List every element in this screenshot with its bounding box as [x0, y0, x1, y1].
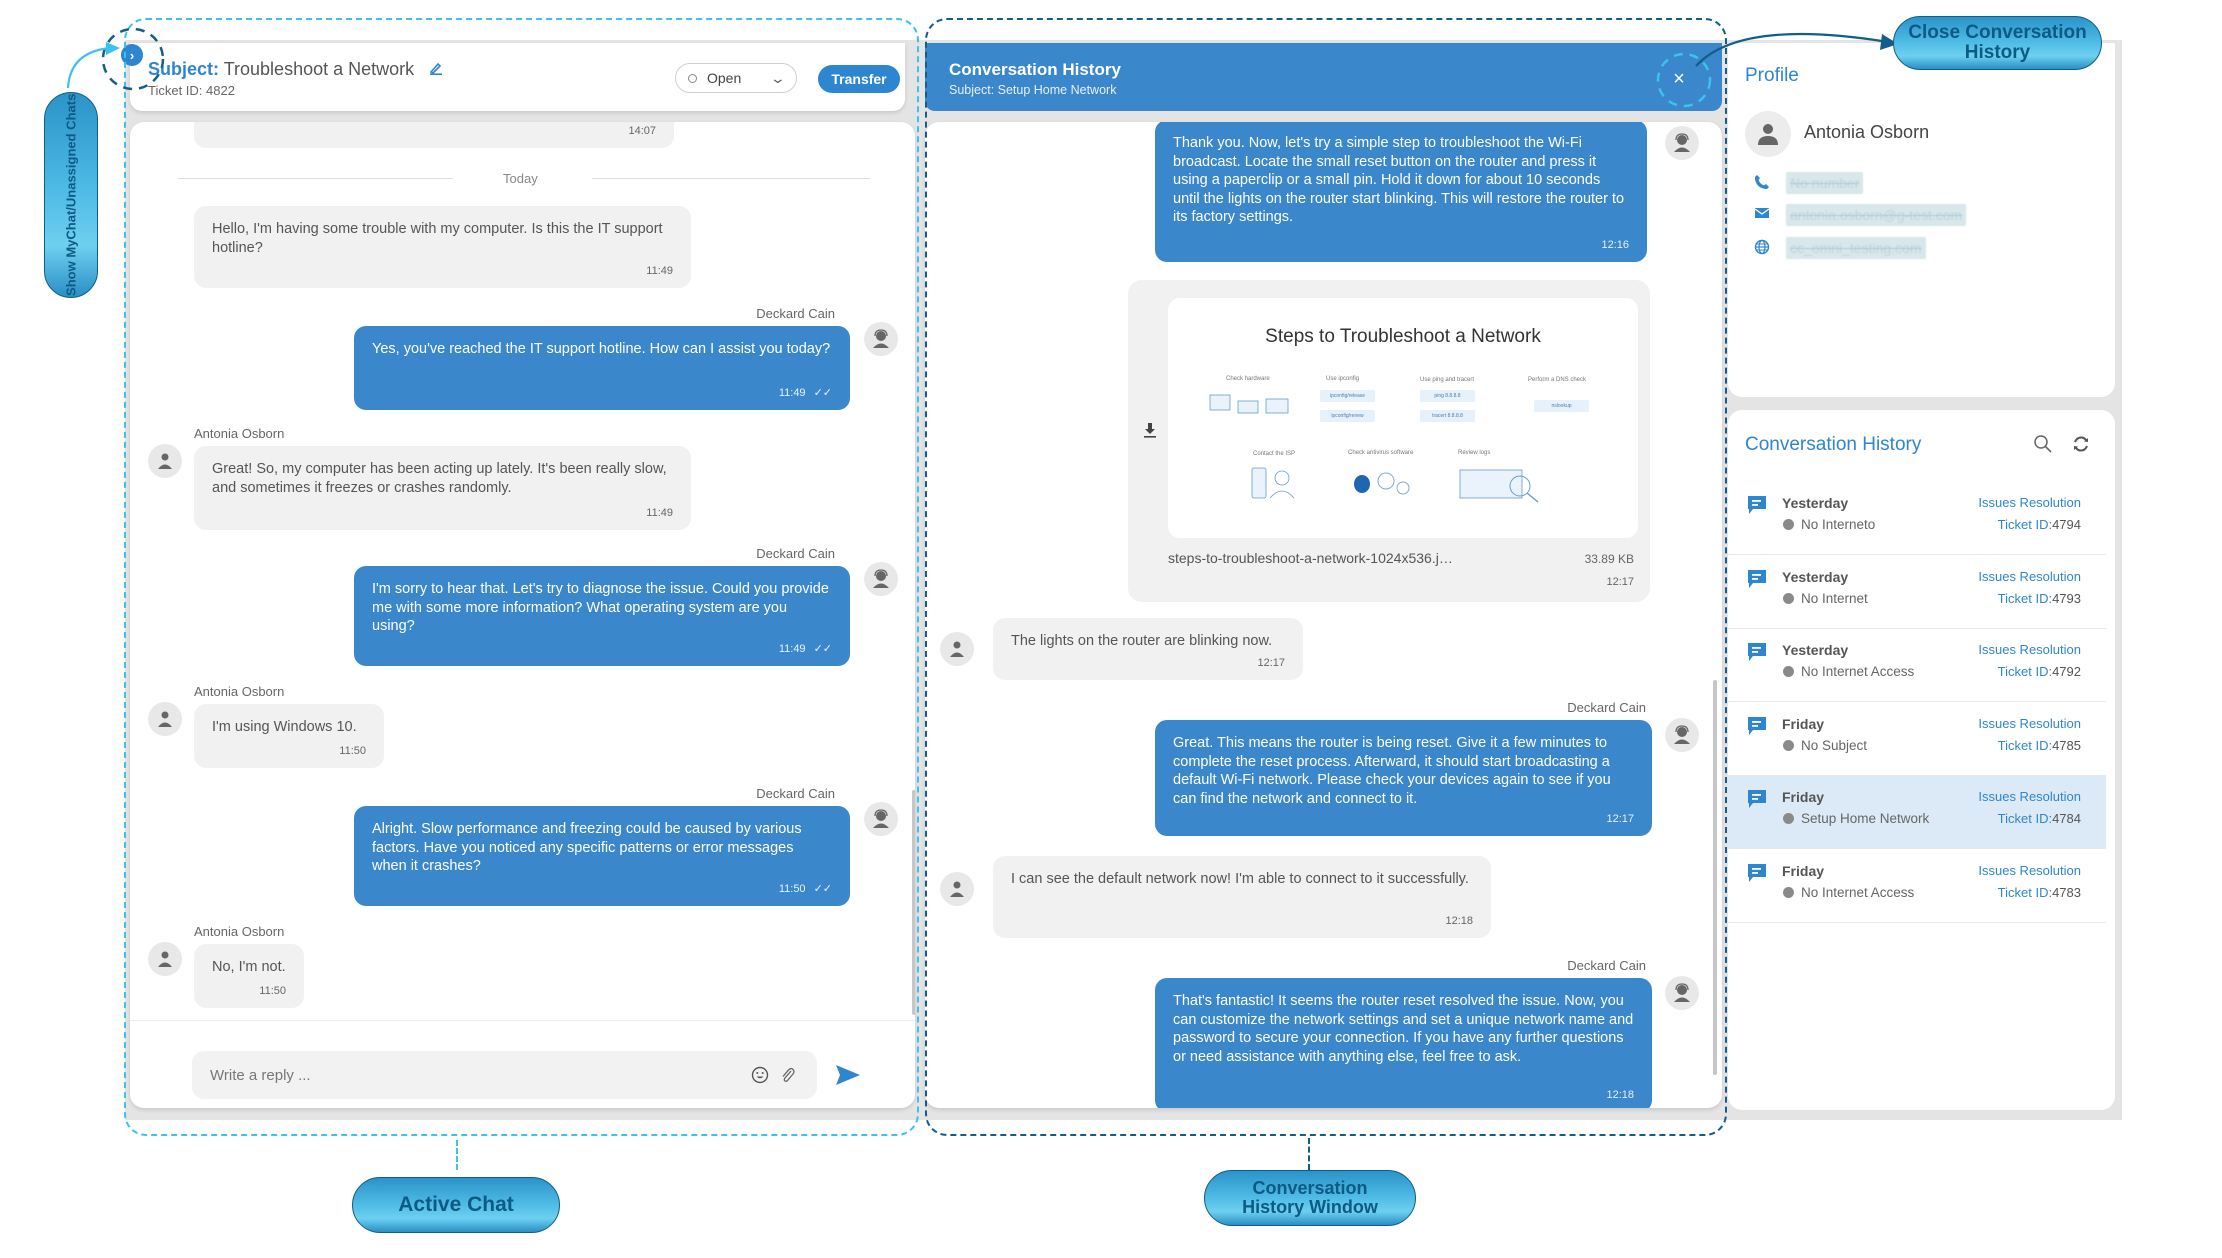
chat-bubble-icon [1746, 715, 1768, 737]
history-ticket: Ticket ID:4784 [1998, 811, 2081, 826]
conversation-history-item[interactable]: Friday No Subject Issues Resolution Ticket … [1728, 703, 2106, 776]
callout-label: Show MyChat/Unassigned Chats [63, 93, 79, 297]
conversation-history-item[interactable]: Yesterday No Internet Issues Resolution Tic… [1728, 556, 2106, 629]
history-subject: No Subject [1801, 737, 1868, 753]
clock-icon [1783, 813, 1794, 824]
profile-name: Antonia Osborn [1804, 122, 1930, 142]
profile-website: cc_omni_testing.com [1786, 237, 1926, 259]
clock-icon [1783, 519, 1794, 530]
ticket-label: Ticket ID: [1997, 590, 2053, 606]
annotation-connector [456, 1140, 458, 1170]
callout-label: Active Chat [398, 1192, 514, 1216]
history-category: Issues Resolution [1978, 862, 2081, 878]
chat-bubble-icon [1746, 641, 1768, 663]
history-day: Yesterday [1782, 568, 1849, 585]
refresh-icon[interactable] [2071, 434, 2093, 456]
conversation-history-item[interactable]: Yesterday No Internet Access Issues Resolu… [1728, 629, 2106, 702]
globe-icon [1754, 239, 1772, 257]
chat-bubble-icon [1746, 862, 1768, 884]
history-day: Friday [1782, 715, 1825, 732]
active-chat-callout: Active Chat [352, 1177, 560, 1233]
history-subject: Setup Home Network [1801, 811, 1930, 826]
callout-label: Close Conversation History [1908, 22, 2087, 63]
ticket-number: 4784 [2052, 811, 2081, 826]
profile-avatar [1745, 111, 1791, 157]
clock-icon [1783, 739, 1794, 751]
history-category: Issues Resolution [1978, 568, 2081, 584]
history-category: Issues Resolution [1978, 789, 2081, 804]
history-ticket: Ticket ID:4783 [1998, 885, 2081, 900]
clock-icon [1783, 666, 1794, 677]
history-window-highlight [925, 18, 1727, 1136]
ticket-number: 4793 [2052, 590, 2081, 606]
history-day: Friday [1782, 789, 1825, 805]
chat-bubble-icon [1746, 568, 1768, 590]
close-history-callout: Close Conversation History [1893, 16, 2102, 70]
ticket-number: 4792 [2052, 664, 2081, 679]
ticket-number: 4783 [2052, 884, 2081, 900]
conversation-history-item[interactable]: Yesterday No Interneto Issues Resolution Ti… [1728, 482, 2106, 555]
history-ticket: Ticket ID:4793 [1998, 591, 2081, 606]
ticket-number: 4794 [2052, 517, 2081, 532]
conversation-history-item[interactable]: Friday Setup Home Network Issues Resolutio… [1728, 776, 2106, 849]
active-chat-highlight [124, 18, 919, 1136]
ticket-label: Ticket ID: [1997, 884, 2053, 900]
history-day: Yesterday [1782, 642, 1849, 658]
history-ticket: Ticket ID:4794 [1998, 517, 2081, 532]
ticket-label: Ticket ID: [1997, 517, 2053, 532]
conversation-history-card: Conversation History Yesterday No Interne… [1728, 410, 2115, 1110]
chat-bubble-icon [1746, 788, 1768, 810]
history-ticket: Ticket ID:4792 [1998, 664, 2081, 679]
chat-bubble-icon [1746, 494, 1768, 516]
history-window-callout: Conversation History Window [1204, 1170, 1416, 1226]
ticket-label: Ticket ID: [1997, 737, 2053, 753]
show-chats-callout: Show MyChat/Unassigned Chats [44, 92, 98, 298]
search-icon[interactable] [2033, 434, 2055, 456]
phone-icon [1754, 174, 1772, 192]
history-ticket: Ticket ID:4785 [1998, 738, 2081, 753]
ticket-label: Ticket ID: [1997, 664, 2053, 679]
ticket-label: Ticket ID: [1997, 811, 2053, 826]
ticket-number: 4785 [2052, 737, 2081, 753]
history-day: Friday [1782, 862, 1825, 879]
history-subject: No Internet Access [1801, 664, 1915, 679]
annotation-connector [1308, 1138, 1310, 1170]
profile-card: Profile Antonia Osborn No number antonia… [1728, 43, 2115, 397]
history-subject: No Interneto [1801, 517, 1876, 532]
history-category: Issues Resolution [1978, 642, 2081, 657]
history-day: Yesterday [1782, 495, 1849, 511]
profile-email: antonia.osborn@g-test.com [1786, 204, 1967, 226]
history-subject: No Internet [1801, 590, 1868, 606]
conversation-history-title: Conversation History [1745, 434, 1922, 455]
conversation-history-item[interactable]: Friday No Internet Access Issues Resolutio… [1728, 850, 2106, 923]
annotation-arrow-icon [66, 42, 120, 89]
callout-label: Conversation History Window [1242, 1178, 1378, 1217]
clock-icon [1783, 886, 1794, 898]
history-category: Issues Resolution [1978, 495, 2081, 510]
annotation-arrow-icon [1695, 32, 1898, 67]
profile-phone: No number [1786, 172, 1864, 194]
history-subject: No Internet Access [1801, 884, 1915, 900]
clock-icon [1783, 592, 1794, 604]
email-icon [1754, 206, 1772, 224]
history-category: Issues Resolution [1978, 715, 2081, 731]
